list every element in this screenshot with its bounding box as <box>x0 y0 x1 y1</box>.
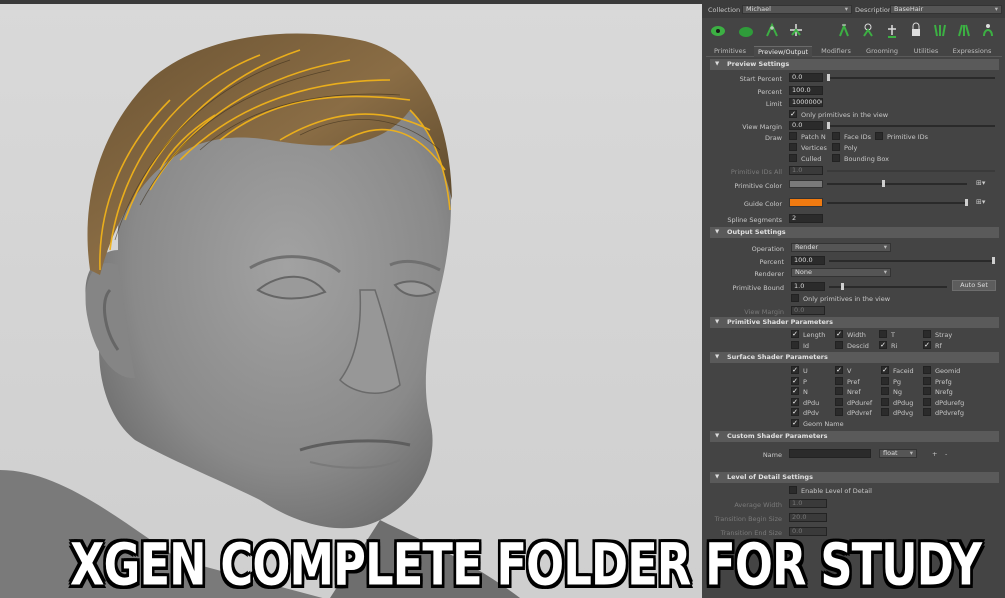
cut-icon[interactable] <box>860 22 876 38</box>
description-dropdown[interactable]: BaseHair <box>890 5 1002 14</box>
head-render <box>0 33 520 598</box>
comb-icon[interactable] <box>932 22 948 38</box>
tab-utilities[interactable]: Utilities <box>906 46 946 57</box>
move-guide-icon[interactable] <box>788 22 804 38</box>
xgen-panel: Collection Michael Description BaseHair … <box>702 0 1005 598</box>
rebuild-icon[interactable] <box>980 22 996 38</box>
sculpt-icon[interactable] <box>836 22 852 38</box>
description-label: Description <box>855 6 893 14</box>
tab-grooming[interactable]: Grooming <box>860 46 904 57</box>
density-icon[interactable] <box>956 22 972 38</box>
tab-preview-output[interactable]: Preview/Output <box>754 46 812 57</box>
tab-expressions[interactable]: Expressions <box>948 46 996 57</box>
collection-label: Collection <box>708 6 741 14</box>
attach-icon[interactable] <box>884 22 900 38</box>
lock-icon[interactable] <box>908 22 924 38</box>
caption-text: XGEN COMPLETE FOLDER FOR STUDY <box>70 532 982 598</box>
tab-primitives[interactable]: Primitives <box>708 46 752 57</box>
collection-dropdown[interactable]: Michael <box>742 5 852 14</box>
tab-modifiers[interactable]: Modifiers <box>814 46 858 57</box>
add-guide-icon[interactable] <box>764 22 780 38</box>
viewport[interactable] <box>0 0 702 598</box>
guide-tool-icon[interactable] <box>710 22 726 38</box>
brush-icon[interactable] <box>738 22 754 38</box>
